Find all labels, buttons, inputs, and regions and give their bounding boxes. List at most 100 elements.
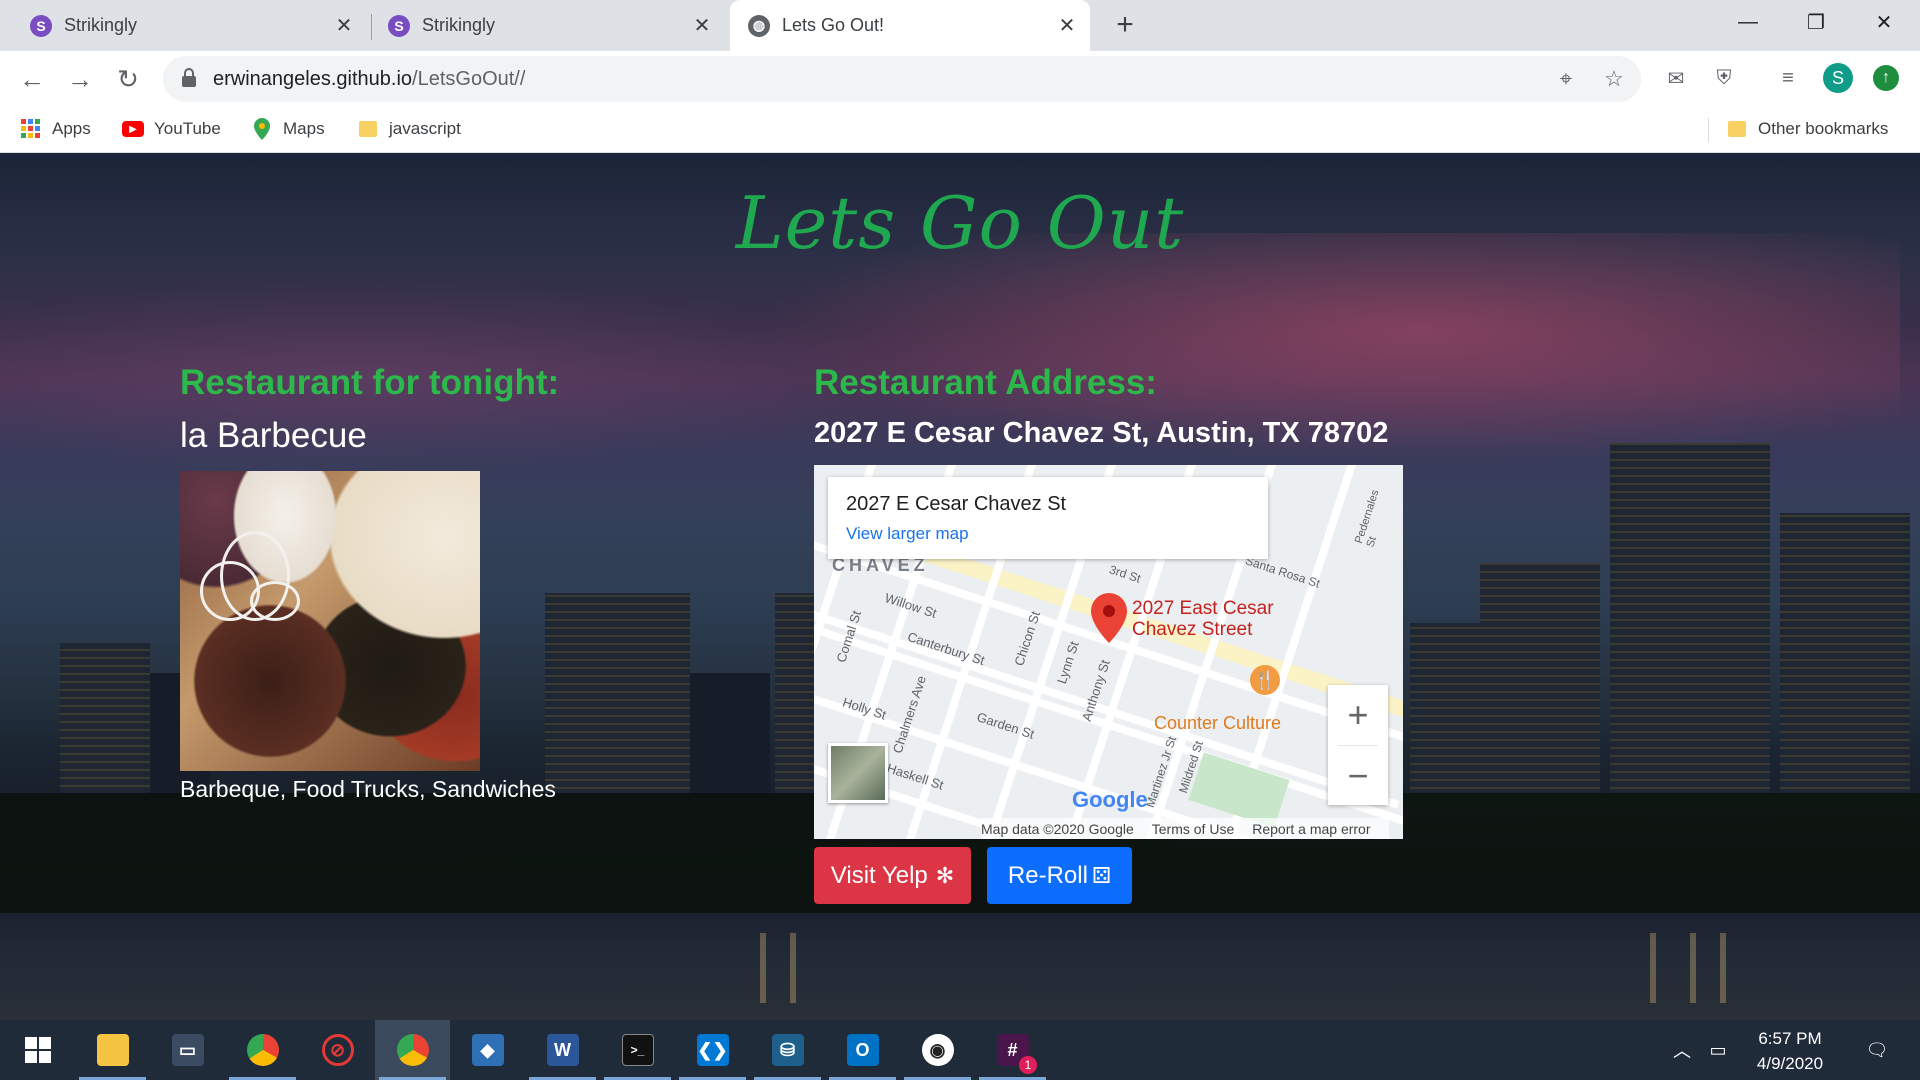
tab-title: Strikingly [64, 15, 138, 35]
taskbar-chrome-profile[interactable] [225, 1020, 300, 1080]
restore-button[interactable]: ❐ [1782, 0, 1850, 44]
background-reflection [1690, 933, 1696, 1003]
windows-taskbar: ▭ ⊘ ◆ W >_ ❮❯ ⛁ O ◉ # 1 ︿ ▭ 6:57 PM 4/9/… [0, 1020, 1920, 1080]
apps-grid-icon [20, 118, 42, 140]
taskbar-github-desktop[interactable]: ◉ [900, 1020, 975, 1080]
youtube-icon: ▶ [122, 118, 144, 140]
background-reflection [760, 933, 766, 1003]
notification-badge: 1 [1019, 1056, 1037, 1074]
taskbar-terminal[interactable]: >_ [600, 1020, 675, 1080]
taskbar-blocked-app[interactable]: ⊘ [300, 1020, 375, 1080]
taskbar-app-6[interactable]: ◆ [450, 1020, 525, 1080]
taskbar-chrome-active[interactable] [375, 1020, 450, 1080]
restaurant-poi-icon[interactable]: 🍴 [1250, 665, 1280, 695]
bookmark-javascript[interactable]: javascript [357, 116, 461, 142]
show-hidden-icons[interactable]: ︿ [1664, 1020, 1700, 1080]
visit-yelp-button[interactable]: Visit Yelp ✻ [814, 847, 971, 904]
taskbar-mysql[interactable]: ⛁ [750, 1020, 825, 1080]
map-marker-label: 2027 East Cesar Chavez Street [1132, 598, 1274, 640]
yelp-icon: ✻ [935, 862, 955, 888]
map-data-attribution: Map data ©2020 Google [981, 820, 1134, 837]
map-street-label: Chalmers Ave [889, 673, 929, 756]
location-target-icon[interactable]: ⌖ [1551, 64, 1581, 94]
restaurant-address: 2027 E Cesar Chavez St, Austin, TX 78702 [814, 417, 1389, 449]
minimize-button[interactable]: — [1714, 0, 1782, 44]
taskbar-file-explorer[interactable] [75, 1020, 150, 1080]
bookmark-youtube[interactable]: ▶ YouTube [122, 116, 221, 142]
map-street-label: Chicon St [1011, 609, 1044, 668]
map-street-label: 3rd St [1107, 562, 1143, 586]
view-larger-map-link[interactable]: View larger map [846, 524, 969, 544]
close-icon[interactable]: ✕ [1052, 13, 1082, 38]
clock-date: 4/9/2020 [1756, 1054, 1824, 1073]
lock-icon [182, 68, 196, 87]
vscode-icon: ❮❯ [696, 1034, 729, 1066]
tab-strip: S Strikingly ✕ S Strikingly ✕ ◍ Lets Go … [0, 0, 1920, 51]
bookmark-apps[interactable]: Apps [20, 116, 91, 142]
bookmark-label: javascript [389, 119, 461, 138]
start-button[interactable] [0, 1020, 75, 1080]
word-icon: W [546, 1034, 579, 1066]
close-icon[interactable]: ✕ [329, 13, 359, 38]
chrome-icon [396, 1034, 429, 1066]
poi-label[interactable]: Counter Culture [1154, 713, 1281, 734]
background-reflection [790, 933, 796, 1003]
maps-pin-icon [251, 118, 273, 140]
folder-icon [1726, 118, 1748, 140]
new-tab-button[interactable]: + [1108, 8, 1142, 42]
github-icon: ◉ [921, 1034, 954, 1066]
strikingly-favicon: S [388, 14, 410, 37]
laptop-icon: ▭ [171, 1034, 204, 1066]
battery-icon[interactable]: ▭ [1700, 1020, 1736, 1080]
bookmark-label: YouTube [154, 119, 221, 138]
google-map[interactable]: CHAVEZ Willow St Canterbury St Holly St … [814, 465, 1403, 839]
update-icon[interactable]: ↑ [1870, 62, 1902, 94]
taskbar-outlook[interactable]: O [825, 1020, 900, 1080]
map-zoom-control: + − [1328, 685, 1388, 805]
chrome-icon [246, 1034, 279, 1066]
action-center-icon[interactable]: 🗨 [1852, 1020, 1902, 1080]
taskbar-app-2[interactable]: ▭ [150, 1020, 225, 1080]
system-clock[interactable]: 6:57 PM 4/9/2020 [1740, 1026, 1840, 1076]
profile-avatar[interactable]: S [1822, 62, 1854, 94]
tab-strikingly-1[interactable]: S Strikingly ✕ [12, 0, 367, 51]
bookmark-star-icon[interactable]: ☆ [1599, 64, 1629, 94]
tab-strikingly-2[interactable]: S Strikingly ✕ [370, 0, 725, 51]
restaurant-heading: Restaurant for tonight: [180, 363, 560, 402]
media-queue-icon[interactable]: ≡ [1772, 62, 1804, 94]
bookmark-maps[interactable]: Maps [251, 116, 325, 142]
browser-toolbar: ← → ↻ erwinangeles.github.io/LetsGoOut//… [0, 51, 1920, 106]
restaurant-name: la Barbecue [180, 416, 367, 455]
zoom-in-button[interactable]: + [1328, 685, 1388, 745]
close-icon[interactable]: ✕ [687, 13, 717, 38]
street-view-thumbnail[interactable] [828, 743, 888, 803]
reload-button[interactable]: ↻ [111, 62, 145, 96]
taskbar-vscode[interactable]: ❮❯ [675, 1020, 750, 1080]
reroll-button[interactable]: Re-Roll ⚄ [987, 847, 1132, 904]
app-icon: ◆ [471, 1034, 504, 1066]
site-title: Lets Go Out [735, 181, 1185, 265]
taskbar-word[interactable]: W [525, 1020, 600, 1080]
forward-button[interactable]: → [63, 62, 97, 96]
report-map-error-link[interactable]: Report a map error [1252, 821, 1370, 837]
map-marker-icon[interactable] [1091, 593, 1127, 643]
tab-title: Strikingly [422, 15, 496, 35]
back-button[interactable]: ← [15, 62, 49, 96]
background-reflection [1650, 933, 1656, 1003]
zoom-out-button[interactable]: − [1328, 746, 1388, 806]
shield-extension-icon[interactable]: ⛨ [1708, 62, 1740, 94]
tab-lets-go-out[interactable]: ◍ Lets Go Out! ✕ [730, 0, 1090, 51]
google-logo: Google [1072, 787, 1148, 812]
address-bar[interactable]: erwinangeles.github.io/LetsGoOut// ⌖ ☆ [163, 56, 1641, 102]
taskbar-slack[interactable]: # 1 [975, 1020, 1050, 1080]
terms-of-use-link[interactable]: Terms of Use [1152, 821, 1234, 837]
background-reflection [1720, 933, 1726, 1003]
other-bookmarks[interactable]: Other bookmarks [1726, 116, 1888, 142]
background-building [1610, 443, 1770, 843]
mail-extension-icon[interactable]: ✉ [1660, 62, 1692, 94]
close-window-button[interactable]: ✕ [1850, 0, 1918, 44]
map-card-address: 2027 E Cesar Chavez St [846, 493, 1067, 515]
web-page: Lets Go Out Restaurant for tonight: la B… [0, 153, 1920, 1020]
divider [1708, 118, 1709, 142]
tab-title: Lets Go Out! [782, 15, 885, 35]
